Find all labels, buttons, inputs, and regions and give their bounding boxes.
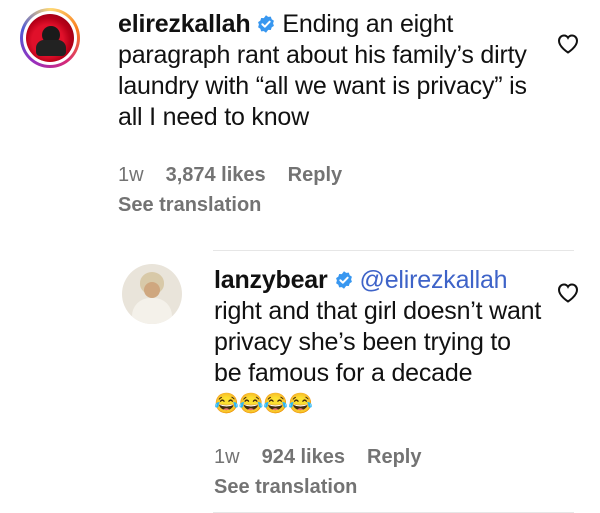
see-translation-link[interactable]: See translation [118,194,261,217]
avatar-figure-face [144,282,160,298]
comment-meta: 1w 3,874 likes Reply [118,164,364,187]
verified-badge-icon [335,271,352,289]
reply-meta: 1w 924 likes Reply [214,446,443,469]
avatar-elirezkallah[interactable] [20,8,80,68]
avatar-figure-body [36,40,66,56]
avatar-figure-body [132,298,172,324]
comment-likes[interactable]: 3,874 likes [166,164,266,186]
reply-username[interactable]: lanzybear [214,266,328,294]
reply-button[interactable]: Reply [367,446,421,468]
comment-username[interactable]: elirezkallah [118,10,251,38]
see-translation-link[interactable]: See translation [214,476,357,499]
heart-outline-icon[interactable] [556,281,580,303]
reply-body: lanzybear @elirezkallah right and that g… [214,265,544,420]
divider [213,250,574,251]
avatar-image [26,14,74,62]
reply-button[interactable]: Reply [288,164,342,186]
avatar-lanzybear[interactable] [122,264,182,324]
laughing-emoji-icon: 😂😂😂😂 [214,393,313,415]
heart-outline-icon[interactable] [556,32,580,54]
reply-likes[interactable]: 924 likes [262,446,345,468]
reply-text: right and that girl doesn’t want privacy… [214,297,542,387]
comment-body: elirezkallah Ending an eight paragraph r… [118,9,538,133]
comment-time: 1w [118,164,144,186]
reply-time: 1w [214,446,240,468]
verified-badge-icon [258,15,275,33]
reply-mention-link[interactable]: @elirezkallah [360,266,508,294]
